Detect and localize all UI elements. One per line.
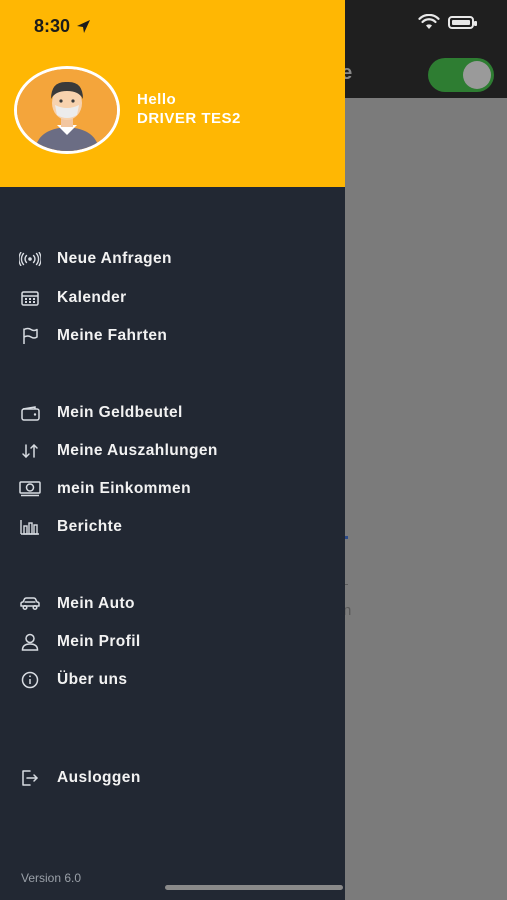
flag-icon — [19, 325, 41, 347]
menu-item-label: Über uns — [57, 671, 128, 688]
menu-item-berichte[interactable]: Berichte — [0, 509, 345, 545]
avatar[interactable] — [14, 66, 120, 154]
status-bar-right — [418, 14, 477, 30]
location-arrow-icon — [77, 20, 91, 33]
wifi-icon — [418, 14, 440, 29]
menu-item-ausloggen[interactable]: Ausloggen — [0, 760, 345, 796]
logout-icon — [19, 767, 41, 789]
menu-item-ueber-uns[interactable]: Über uns — [0, 662, 345, 698]
toggle-knob — [463, 61, 491, 89]
calendar-icon — [19, 287, 41, 309]
info-icon — [19, 669, 41, 691]
navigation-drawer: 8:30 Hello DRIVER TES2 Neue Anfragen Kal… — [0, 0, 345, 900]
radio-signal-icon — [19, 248, 41, 270]
transfer-arrows-icon — [19, 440, 41, 462]
menu-item-kalender[interactable]: Kalender — [0, 280, 345, 316]
battery-icon — [448, 15, 477, 29]
menu-item-label: mein Einkommen — [57, 480, 191, 497]
menu-item-label: Meine Auszahlungen — [57, 442, 218, 459]
menu-item-label: Mein Profil — [57, 633, 141, 650]
online-toggle[interactable] — [428, 58, 494, 92]
user-icon — [19, 631, 41, 653]
menu-item-label: Kalender — [57, 289, 127, 306]
menu-item-meine-auszahlungen[interactable]: Meine Auszahlungen — [0, 433, 345, 469]
bar-chart-icon — [19, 516, 41, 538]
menu-item-neue-anfragen[interactable]: Neue Anfragen — [0, 241, 345, 277]
greeting-text: Hello — [137, 91, 177, 108]
status-time-text: 8:30 — [34, 16, 71, 36]
menu-item-mein-profil[interactable]: Mein Profil — [0, 624, 345, 660]
menu-item-mein-einkommen[interactable]: mein Einkommen — [0, 471, 345, 507]
drawer-header: 8:30 Hello DRIVER TES2 — [0, 0, 345, 187]
home-indicator[interactable] — [165, 885, 343, 890]
menu-item-label: Meine Fahrten — [57, 327, 168, 344]
user-name: DRIVER TES2 — [137, 110, 241, 127]
menu-item-label: Neue Anfragen — [57, 250, 172, 267]
money-icon — [19, 478, 41, 500]
menu-item-mein-auto[interactable]: Mein Auto — [0, 586, 345, 622]
menu-item-label: Mein Geldbeutel — [57, 404, 183, 421]
car-icon — [19, 593, 41, 615]
menu-item-label: Mein Auto — [57, 595, 135, 612]
menu-item-label: Berichte — [57, 518, 123, 535]
status-time: 8:30 — [34, 16, 91, 37]
avatar-illustration — [17, 69, 117, 151]
wallet-icon — [19, 402, 41, 424]
menu-item-mein-geldbeutel[interactable]: Mein Geldbeutel — [0, 395, 345, 431]
app-version: Version 6.0 — [21, 871, 82, 885]
menu-item-label: Ausloggen — [57, 769, 141, 786]
menu-item-meine-fahrten[interactable]: Meine Fahrten — [0, 318, 345, 354]
